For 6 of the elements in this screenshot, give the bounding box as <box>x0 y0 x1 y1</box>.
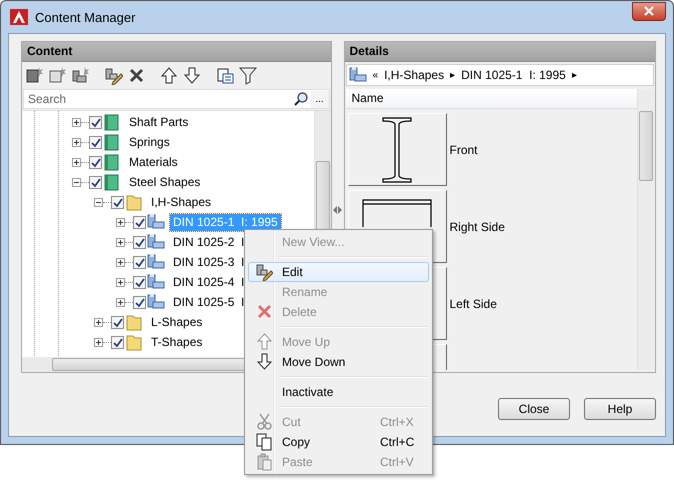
panel-header: Content <box>22 42 331 62</box>
panel-header: Details <box>344 42 656 62</box>
window-title: Content Manager <box>35 10 136 24</box>
view-name: Right Side <box>450 220 505 234</box>
view-name: Left Side <box>450 296 497 310</box>
view-name: Front <box>450 142 478 156</box>
